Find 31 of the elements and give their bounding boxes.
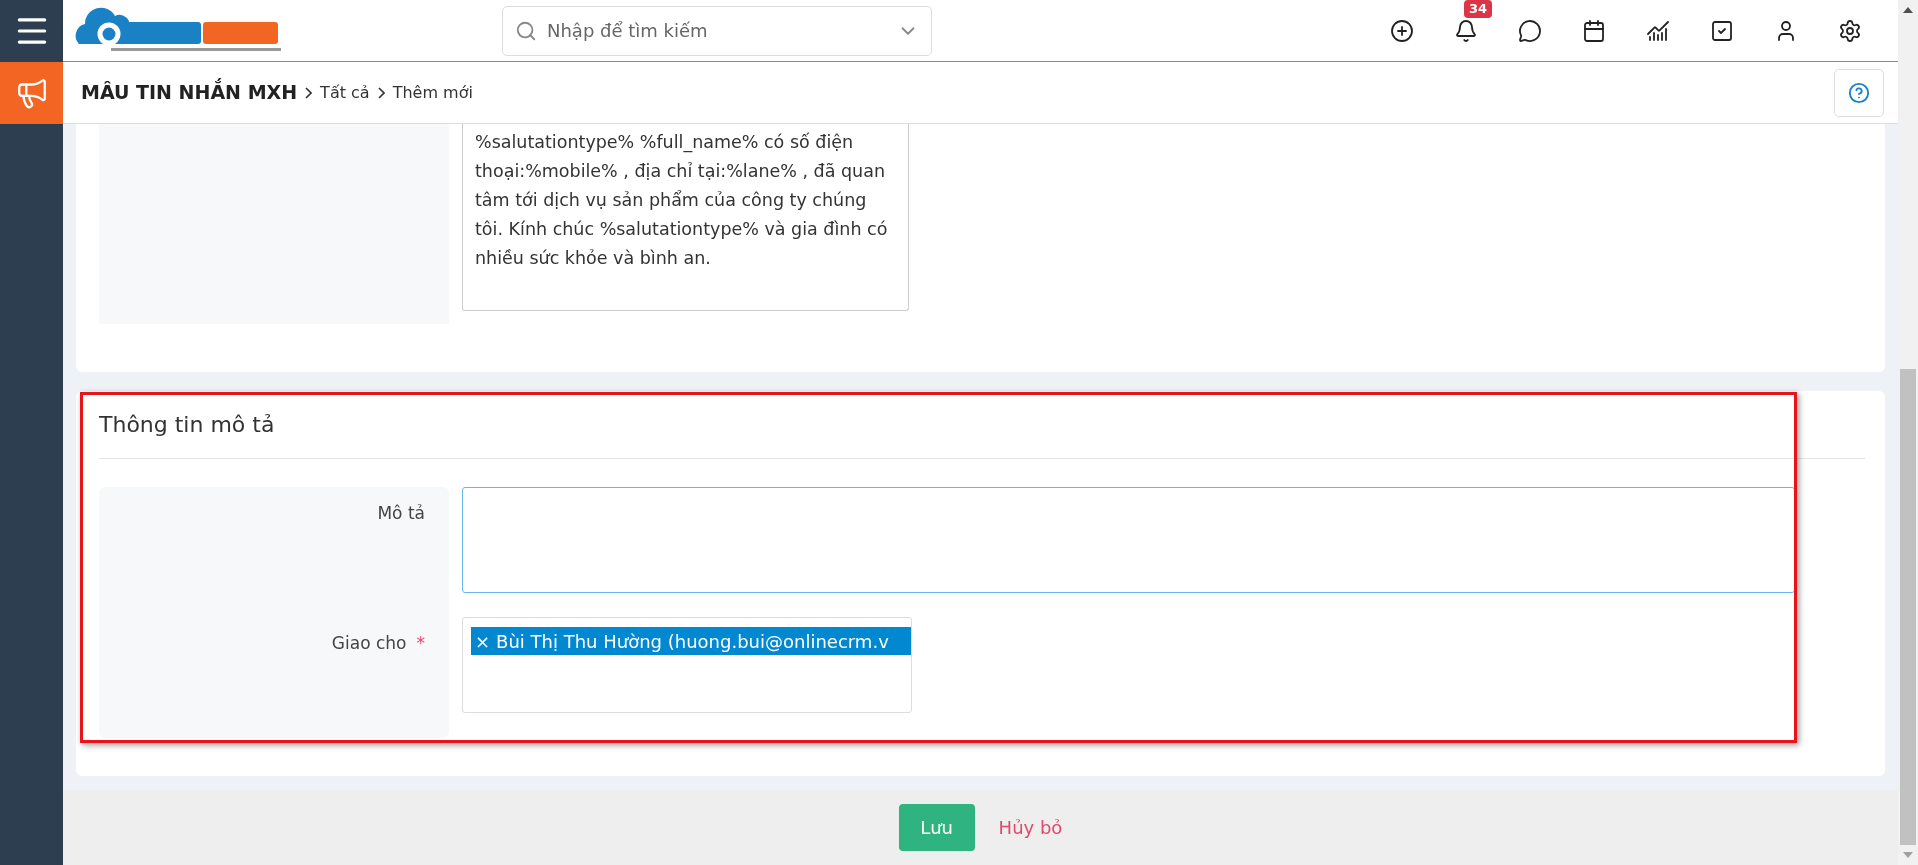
help-icon: [1848, 81, 1870, 104]
cancel-link[interactable]: Hủy bỏ: [998, 814, 1063, 841]
help-button[interactable]: [1834, 68, 1884, 117]
module-title[interactable]: MÂU TIN NHẮN MXH: [81, 78, 298, 107]
search-icon: [515, 19, 537, 42]
assignee-tag: Bùi Thị Thu Hường (huong.bui@onlinecrm.v: [496, 627, 889, 655]
field-label: Giao cho: [331, 632, 407, 655]
template-field[interactable]: %salutationtype% %full_name% có số điện thoại:%mobile% , địa chỉ tại:%lane% , đã quan tâm tới dịch vụ sản phẩm của công ty chúng tôi. Kính chúc %salutationtype% và gia đình có nhiều sức khỏe và bình an.: [462, 124, 909, 311]
bell-icon[interactable]: [1454, 18, 1478, 43]
remove-tag-icon[interactable]: ×: [475, 627, 491, 655]
scrollbar-thumb[interactable]: [1900, 369, 1916, 845]
assignee-field[interactable]: × Bùi Thị Thu Hường (huong.bui@onlinecrm.v: [462, 617, 912, 713]
add-icon[interactable]: [1390, 18, 1414, 43]
notification-badge: 34: [1464, 0, 1493, 18]
settings-icon[interactable]: [1838, 18, 1862, 43]
checkbox-icon[interactable]: [1710, 18, 1734, 43]
calendar-icon[interactable]: [1582, 18, 1606, 43]
chevron-right-icon: [305, 86, 313, 99]
search-placeholder: Nhập để tìm kiếm: [547, 19, 709, 43]
breadcrumb-item[interactable]: Tất cả: [320, 80, 370, 105]
field-label: Mô tả: [377, 502, 425, 525]
required-mark: *: [416, 632, 425, 655]
chevron-right-icon: [377, 86, 385, 99]
search-field[interactable]: Nhập để tìm kiếm: [502, 5, 932, 56]
chart-icon[interactable]: [1646, 18, 1670, 43]
scroll-up-arrow-icon[interactable]: [1903, 7, 1913, 13]
chat-icon[interactable]: [1518, 18, 1542, 43]
breadcrumb-item[interactable]: Thêm mới: [392, 80, 473, 105]
description-field[interactable]: [462, 487, 1795, 593]
scrollbar[interactable]: [1898, 0, 1918, 865]
section-title: Thông tin mô tả: [99, 411, 275, 439]
